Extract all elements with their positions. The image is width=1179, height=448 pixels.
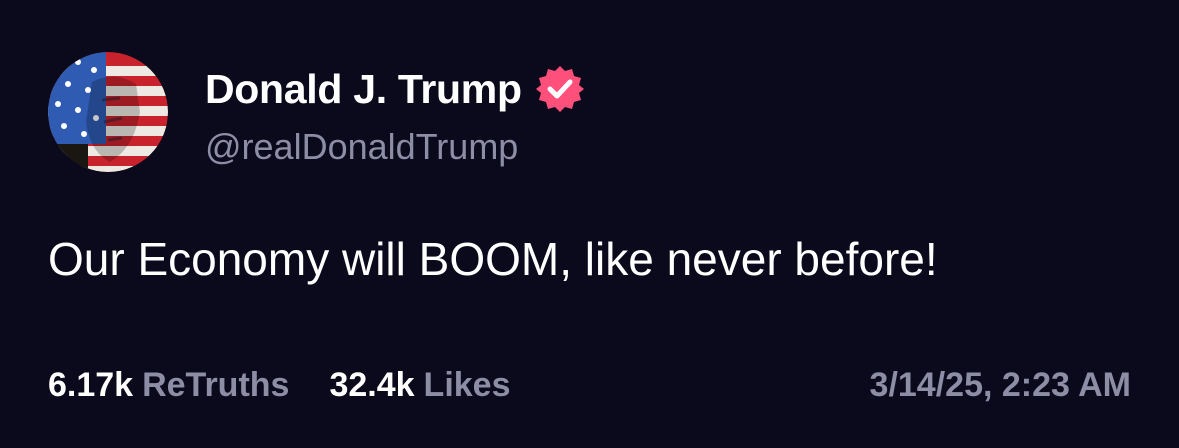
retruths-label: ReTruths [142, 366, 290, 404]
post-text: Our Economy will BOOM, like never before… [48, 233, 938, 285]
author-info: Donald J. Trump @realDonaldTrump [205, 64, 585, 168]
post-timestamp[interactable]: 3/14/25, 2:23 AM [870, 366, 1131, 405]
truth-post: Donald J. Trump @realDonaldTrump Our Eco… [0, 0, 1179, 448]
likes-label: Likes [423, 366, 511, 404]
retruths-count: 6.17k [48, 366, 134, 404]
flag-portrait-avatar-icon [48, 52, 168, 172]
likes-stat[interactable]: 32.4k Likes [329, 366, 510, 405]
post-stats: 6.17k ReTruths 32.4k Likes [48, 366, 511, 405]
likes-count: 32.4k [329, 366, 415, 404]
author-display-name[interactable]: Donald J. Trump [205, 66, 522, 113]
verified-badge-icon [535, 64, 585, 114]
author-avatar[interactable] [48, 52, 168, 172]
retruths-stat[interactable]: 6.17k ReTruths [48, 366, 289, 405]
author-handle[interactable]: @realDonaldTrump [205, 126, 585, 168]
author-name-row: Donald J. Trump [205, 64, 585, 114]
